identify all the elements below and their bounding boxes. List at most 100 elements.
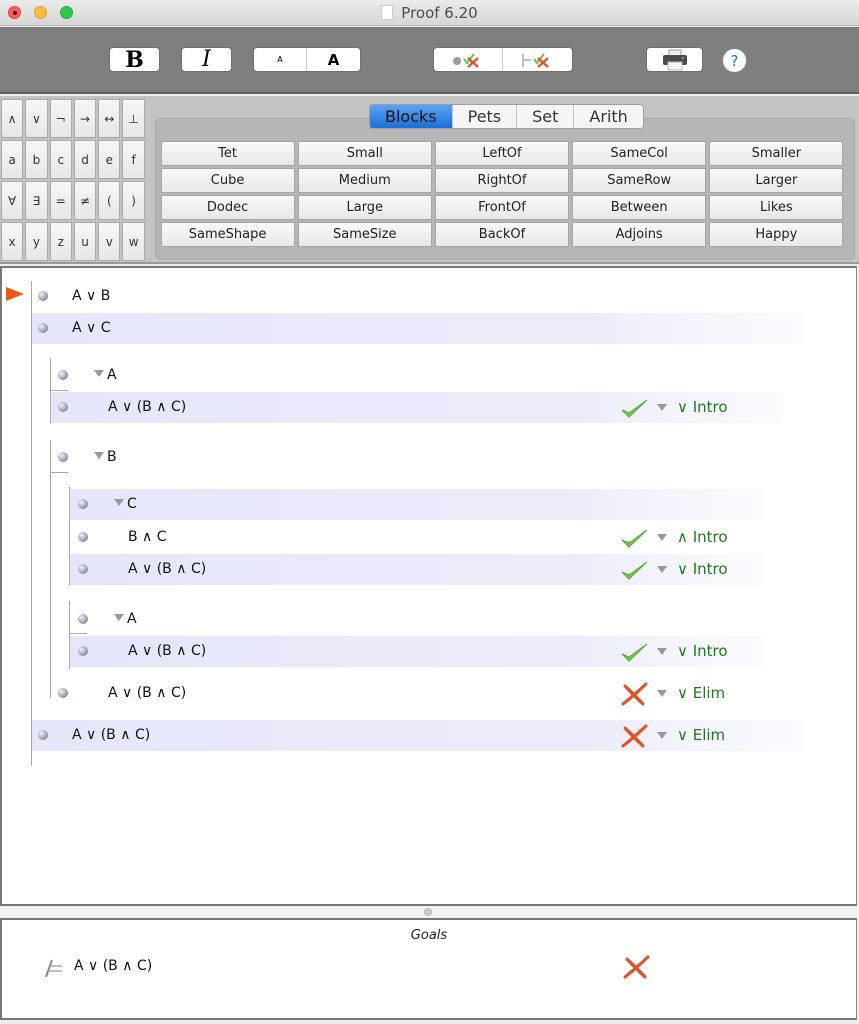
predicate-button[interactable]: Small [297, 141, 432, 166]
rule-menu-triangle-icon[interactable] [657, 533, 667, 541]
collapse-triangle-icon[interactable] [114, 614, 124, 621]
symbol-key[interactable]: ∨ [25, 99, 48, 138]
proof-panel[interactable]: A ∨ B A ∨ C A A ∨ (B ∧ C) ∨ Intro B C B ∧ C ∧ In… [0, 266, 857, 906]
italic-button[interactable]: I [181, 47, 232, 72]
line-bullet-icon[interactable] [38, 323, 48, 333]
rule-menu-triangle-icon[interactable] [657, 565, 667, 573]
predicate-button[interactable]: LeftOf [434, 141, 570, 166]
print-button[interactable] [646, 47, 703, 72]
rule-menu-triangle-icon[interactable] [657, 403, 667, 411]
predicate-button[interactable]: RightOf [434, 168, 570, 193]
predicate-button[interactable]: Medium [297, 168, 432, 193]
goal-sentence[interactable]: A ∨ (B ∧ C) [74, 958, 152, 974]
symbol-key[interactable]: a [1, 140, 24, 179]
proof-line[interactable] [70, 489, 763, 520]
symbol-key[interactable]: ∀ [1, 181, 24, 220]
rule-selector[interactable]: ∨ Elim [657, 684, 725, 702]
predicate-button[interactable]: BackOf [434, 222, 570, 247]
increase-font-button[interactable]: A [307, 48, 360, 71]
predicate-button[interactable]: Happy [709, 222, 844, 247]
symbol-key[interactable]: e [98, 140, 121, 179]
predicate-button[interactable]: Adjoins [572, 222, 707, 247]
tab-set[interactable]: Set [517, 105, 575, 128]
proof-sentence[interactable]: C [114, 496, 137, 512]
line-bullet-icon[interactable] [78, 564, 88, 574]
collapse-triangle-icon[interactable] [114, 499, 124, 506]
split-divider[interactable] [0, 906, 859, 918]
symbol-key[interactable]: → [73, 99, 97, 138]
decrease-font-button[interactable]: A [254, 48, 308, 71]
symbol-key[interactable]: x [1, 222, 24, 261]
proof-sentence[interactable]: A ∨ (B ∧ C) [108, 685, 186, 701]
predicate-button[interactable]: SameRow [572, 168, 707, 193]
line-bullet-icon[interactable] [38, 730, 48, 740]
predicate-button[interactable]: FrontOf [434, 195, 570, 220]
proof-line[interactable] [32, 281, 803, 312]
symbol-key[interactable]: d [73, 140, 97, 179]
rule-menu-triangle-icon[interactable] [657, 689, 667, 697]
proof-sentence[interactable]: A ∨ (B ∧ C) [108, 399, 186, 415]
symbol-key[interactable]: u [73, 222, 97, 261]
rule-menu-triangle-icon[interactable] [657, 731, 667, 739]
symbol-key[interactable]: ≠ [73, 181, 97, 220]
symbol-key[interactable]: = [49, 181, 72, 220]
symbol-key[interactable]: c [49, 140, 72, 179]
rule-selector[interactable]: ∨ Intro [657, 642, 728, 660]
rule-selector[interactable]: ∧ Intro [657, 528, 728, 546]
predicate-button[interactable]: Smaller [709, 141, 844, 166]
proof-sentence[interactable]: B ∧ C [128, 529, 167, 545]
proof-line[interactable] [51, 360, 783, 391]
help-button[interactable]: ? [722, 48, 747, 73]
verify-all-button[interactable] [503, 48, 572, 71]
symbol-key[interactable]: w [122, 222, 145, 261]
proof-sentence[interactable]: A [114, 611, 137, 627]
predicate-button[interactable]: SameSize [297, 222, 432, 247]
proof-sentence[interactable]: A ∨ B [72, 288, 110, 304]
line-bullet-icon[interactable] [78, 499, 88, 509]
proof-sentence[interactable]: A [94, 367, 117, 383]
divider-handle[interactable] [424, 908, 432, 916]
proof-sentence[interactable]: A ∨ (B ∧ C) [128, 561, 206, 577]
proof-line[interactable] [51, 442, 783, 473]
symbol-key[interactable]: f [122, 140, 145, 179]
symbol-key[interactable]: ⊥ [122, 99, 145, 138]
proof-sentence[interactable]: A ∨ C [72, 320, 111, 336]
predicate-button[interactable]: Larger [709, 168, 844, 193]
line-bullet-icon[interactable] [78, 532, 88, 542]
symbol-key[interactable]: ↔ [98, 99, 121, 138]
line-bullet-icon[interactable] [58, 452, 68, 462]
predicate-button[interactable]: Dodec [160, 195, 295, 220]
rule-selector[interactable]: ∨ Elim [657, 726, 725, 744]
predicate-button[interactable]: Large [297, 195, 432, 220]
bold-button[interactable]: B [109, 47, 160, 73]
tab-pets[interactable]: Pets [452, 105, 518, 128]
line-bullet-icon[interactable] [78, 614, 88, 624]
symbol-key[interactable]: ∃ [25, 181, 48, 220]
proof-sentence[interactable]: B [94, 449, 117, 465]
predicate-button[interactable]: Between [572, 195, 707, 220]
collapse-triangle-icon[interactable] [94, 452, 104, 459]
symbol-key[interactable]: ¬ [49, 99, 72, 138]
tab-arith[interactable]: Arith [574, 105, 643, 128]
symbol-key[interactable]: y [25, 222, 48, 261]
line-bullet-icon[interactable] [78, 646, 88, 656]
predicate-button[interactable]: Likes [709, 195, 844, 220]
symbol-key[interactable]: b [25, 140, 48, 179]
proof-sentence[interactable]: A ∨ (B ∧ C) [72, 727, 150, 743]
rule-menu-triangle-icon[interactable] [657, 647, 667, 655]
predicate-button[interactable]: SameShape [160, 222, 295, 247]
verify-step-button[interactable] [434, 48, 503, 71]
proof-line[interactable] [70, 604, 763, 635]
symbol-key[interactable]: ∧ [1, 99, 24, 138]
symbol-key[interactable]: ) [122, 181, 145, 220]
line-bullet-icon[interactable] [58, 688, 68, 698]
symbol-key[interactable]: z [49, 222, 72, 261]
symbol-key[interactable]: ( [98, 181, 121, 220]
rule-selector[interactable]: ∨ Intro [657, 560, 728, 578]
tab-blocks[interactable]: Blocks [370, 105, 453, 128]
collapse-triangle-icon[interactable] [94, 370, 104, 377]
rule-selector[interactable]: ∨ Intro [657, 398, 728, 416]
symbol-key[interactable]: v [98, 222, 121, 261]
predicate-button[interactable]: SameCol [572, 141, 707, 166]
line-bullet-icon[interactable] [58, 370, 68, 380]
